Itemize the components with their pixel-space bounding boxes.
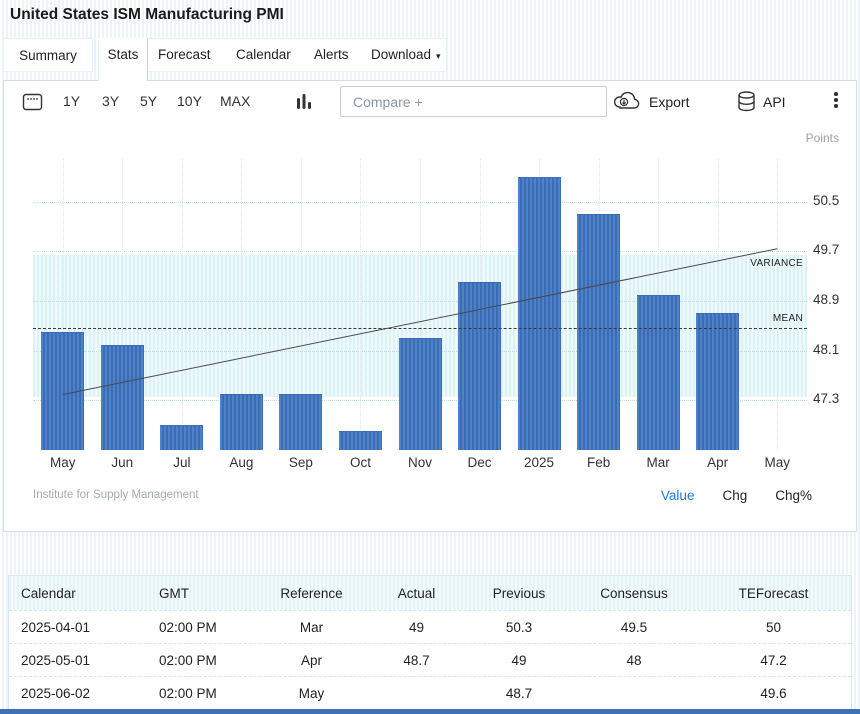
tab-stats-label: Stats bbox=[108, 47, 139, 62]
export-button[interactable]: Export bbox=[612, 91, 689, 112]
col-header-reference: Reference bbox=[254, 576, 369, 610]
cloud-download-icon bbox=[612, 91, 642, 112]
tab-summary-label: Summary bbox=[19, 48, 77, 63]
calendar-icon[interactable] bbox=[22, 92, 43, 112]
tab-summary[interactable]: Summary bbox=[3, 38, 93, 72]
range-button-max[interactable]: MAX bbox=[220, 93, 250, 109]
cell-calendar: 2025-04-01 bbox=[9, 611, 139, 644]
col-header-gmt: GMT bbox=[139, 576, 254, 610]
cell-actual: 48.7 bbox=[369, 644, 464, 677]
kebab-menu-icon[interactable] bbox=[834, 92, 838, 108]
bar-chart-icon[interactable] bbox=[296, 92, 312, 111]
cell-previous: 48.7 bbox=[464, 677, 574, 710]
col-header-previous: Previous bbox=[464, 576, 574, 610]
cell-reference: Apr bbox=[254, 644, 369, 677]
export-label: Export bbox=[649, 94, 689, 110]
col-header-actual: Actual bbox=[369, 576, 464, 610]
col-header-teforecast: TEForecast bbox=[694, 576, 853, 610]
chart-mode-links: Value Chg Chg% bbox=[661, 488, 812, 503]
cell-consensus bbox=[574, 677, 694, 710]
database-icon bbox=[737, 91, 756, 112]
cell-actual bbox=[369, 677, 464, 710]
api-label: API bbox=[763, 94, 786, 110]
col-header-consensus: Consensus bbox=[574, 576, 694, 610]
page-title: United States ISM Manufacturing PMI bbox=[10, 6, 284, 24]
api-button[interactable]: API bbox=[737, 91, 786, 112]
cell-calendar: 2025-06-02 bbox=[9, 677, 139, 710]
tab-forecast[interactable]: Forecast bbox=[158, 47, 211, 62]
chart-panel bbox=[3, 80, 857, 532]
cell-teforecast: 50 bbox=[694, 611, 853, 644]
chevron-down-icon: ▾ bbox=[436, 51, 441, 61]
cell-teforecast: 47.2 bbox=[694, 644, 853, 677]
calendar-table: CalendarGMTReferenceActualPreviousConsen… bbox=[8, 575, 852, 709]
table-row: 2025-06-0202:00 PMMay 48.7 49.6 bbox=[9, 676, 851, 709]
bottom-accent-bar bbox=[0, 709, 860, 714]
link-chgpct[interactable]: Chg% bbox=[775, 488, 812, 503]
range-button-1y[interactable]: 1Y bbox=[63, 93, 80, 109]
cell-reference: Mar bbox=[254, 611, 369, 644]
tab-download[interactable]: Download▾ bbox=[371, 47, 441, 62]
range-button-3y[interactable]: 3Y bbox=[102, 93, 119, 109]
range-button-5y[interactable]: 5Y bbox=[140, 93, 157, 109]
cell-gmt: 02:00 PM bbox=[139, 644, 254, 677]
source-label: Institute for Supply Management bbox=[33, 489, 199, 501]
page: United States ISM Manufacturing PMI Summ… bbox=[0, 0, 860, 714]
col-header-calendar: Calendar bbox=[9, 576, 139, 610]
axis-unit-label: Points bbox=[806, 131, 839, 145]
cell-previous: 50.3 bbox=[464, 611, 574, 644]
tab-calendar[interactable]: Calendar bbox=[236, 47, 291, 62]
table-row: 2025-04-0102:00 PMMar4950.349.550 bbox=[9, 610, 851, 643]
compare-input[interactable] bbox=[340, 86, 607, 117]
link-value[interactable]: Value bbox=[661, 488, 695, 503]
table-row: 2025-05-0102:00 PMApr48.7494847.2 bbox=[9, 643, 851, 676]
tab-alerts[interactable]: Alerts bbox=[314, 47, 349, 62]
tab-stats[interactable]: Stats bbox=[99, 38, 148, 81]
cell-gmt: 02:00 PM bbox=[139, 677, 254, 710]
cell-consensus: 48 bbox=[574, 644, 694, 677]
cell-teforecast: 49.6 bbox=[694, 677, 853, 710]
cell-actual: 49 bbox=[369, 611, 464, 644]
cell-consensus: 49.5 bbox=[574, 611, 694, 644]
cell-calendar: 2025-05-01 bbox=[9, 644, 139, 677]
cell-reference: May bbox=[254, 677, 369, 710]
table-header-row: CalendarGMTReferenceActualPreviousConsen… bbox=[9, 576, 851, 610]
range-button-10y[interactable]: 10Y bbox=[177, 93, 202, 109]
link-chg[interactable]: Chg bbox=[722, 488, 747, 503]
cell-gmt: 02:00 PM bbox=[139, 611, 254, 644]
cell-previous: 49 bbox=[464, 644, 574, 677]
